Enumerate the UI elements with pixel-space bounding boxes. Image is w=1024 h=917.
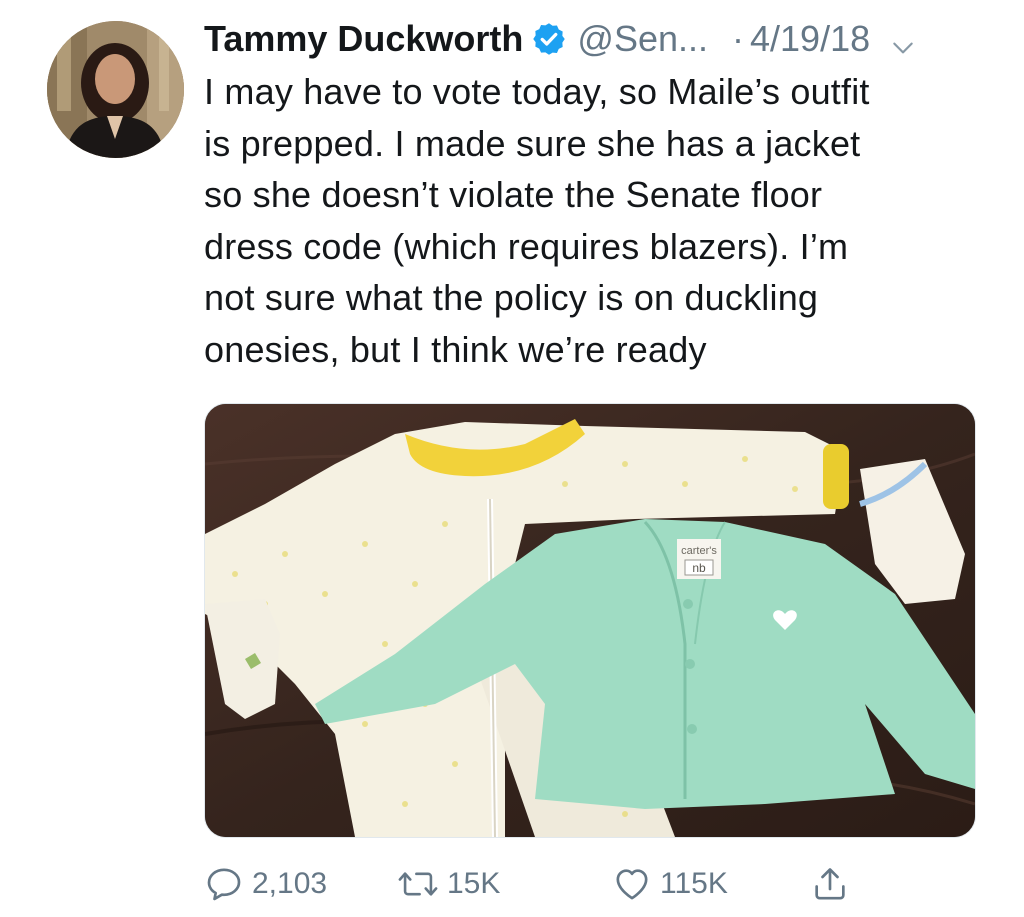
reply-button[interactable]: 2,103 <box>204 862 327 906</box>
tweet-actions: 2,103 15K 115K <box>204 862 974 906</box>
reply-count: 2,103 <box>252 867 328 900</box>
date-separator: · <box>732 18 745 59</box>
tweet-text-line: so she doesn’t violate the Senate floor <box>204 174 823 215</box>
like-button[interactable]: 115K <box>612 862 728 906</box>
tweet-text-line: onesies, but I think we’re ready <box>204 328 707 370</box>
chevron-down-icon[interactable] <box>890 26 916 54</box>
retweet-button[interactable]: 15K <box>397 862 500 906</box>
share-button[interactable] <box>810 862 858 906</box>
tweet-text-line: is prepped. I made sure she has a jacket <box>204 122 861 164</box>
author-handle[interactable]: @Sen... <box>577 16 708 62</box>
clothing-label-size: nb <box>692 561 706 575</box>
tweet-date[interactable]: 4/19/18 <box>750 16 870 62</box>
verified-badge-icon <box>531 21 567 57</box>
retweet-count: 15K <box>447 867 501 900</box>
like-count: 115K <box>660 867 728 900</box>
profile-photo-icon <box>47 21 184 158</box>
share-icon <box>815 868 845 900</box>
tweet-text-line: dress code (which requires blazers). I’m <box>204 225 849 267</box>
tweet-text: I may have to vote today, so Maile’s out… <box>204 66 994 375</box>
tweet-header: Tammy Duckworth @Sen... · 4/19/18 <box>204 16 916 62</box>
tweet-media-photo[interactable]: carter's nb <box>204 403 976 838</box>
tweet: Tammy Duckworth @Sen... · 4/19/18 I may … <box>0 0 1024 917</box>
tweet-text-line: not sure what the policy is on duckling <box>204 277 819 318</box>
avatar[interactable] <box>47 21 184 158</box>
author-name[interactable]: Tammy Duckworth <box>204 16 523 62</box>
heart-icon <box>616 869 648 900</box>
reply-icon <box>207 868 241 901</box>
tweet-text-line: I may have to vote today, so Maile’s out… <box>204 71 870 112</box>
clothing-label-brand: carter's <box>681 545 717 557</box>
retweet-icon <box>398 872 438 896</box>
